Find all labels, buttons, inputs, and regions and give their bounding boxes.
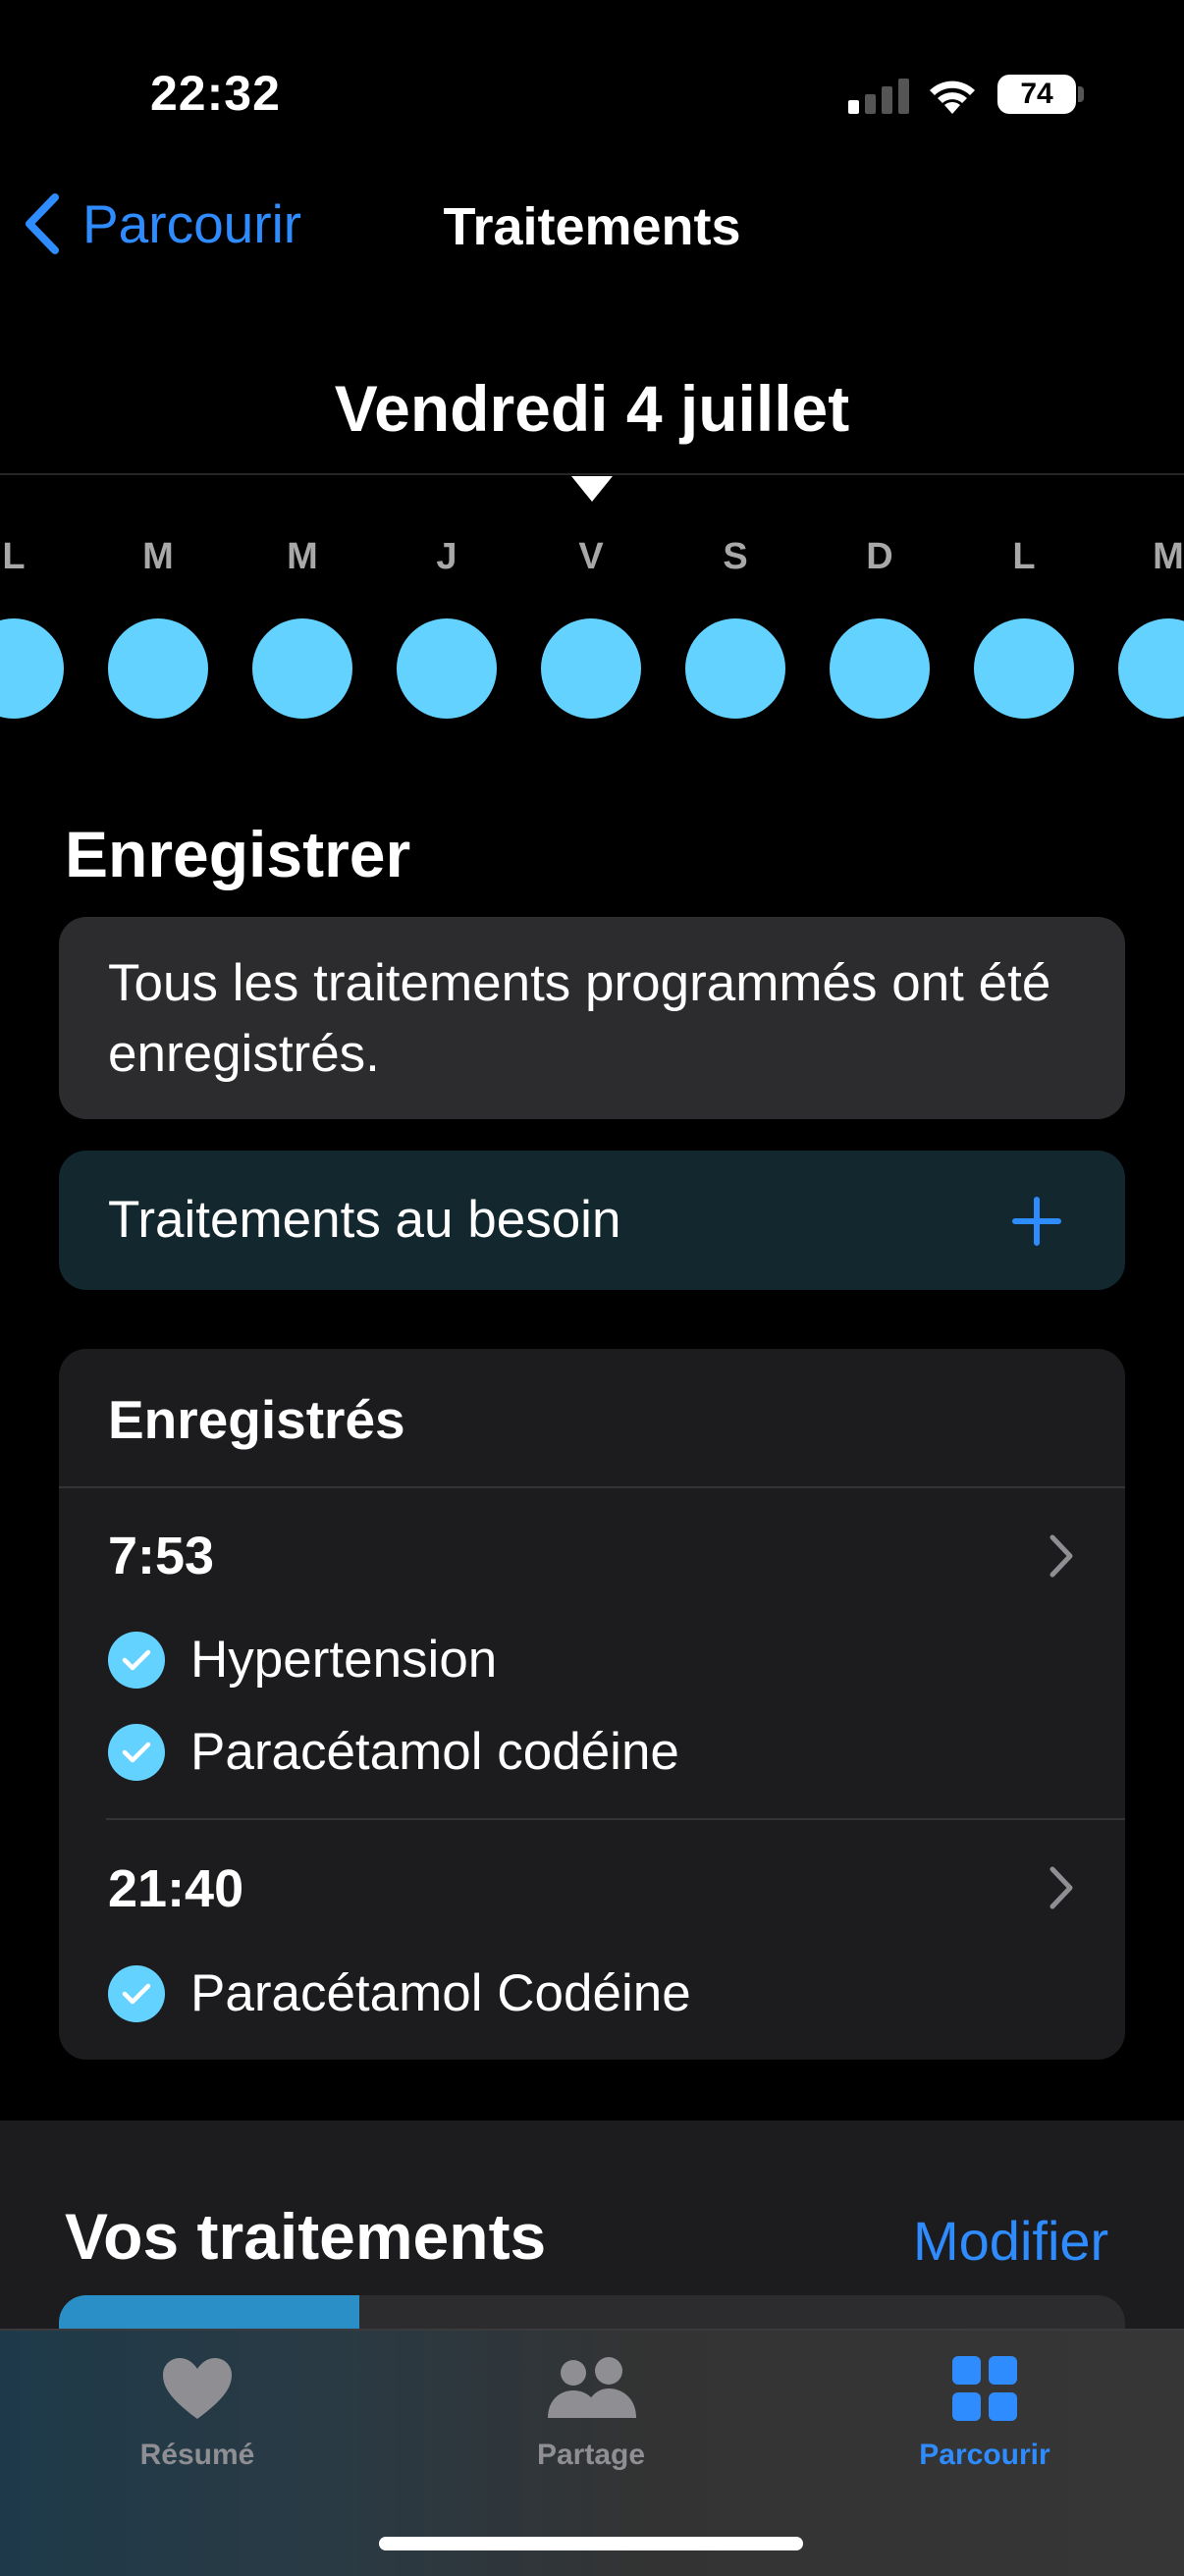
divider	[106, 1818, 1125, 1820]
selected-date-title: Vendredi 4 juillet	[334, 372, 850, 445]
selected-day-pointer-icon	[571, 476, 613, 502]
plus-icon[interactable]	[1011, 1196, 1062, 1247]
day-dot[interactable]	[252, 618, 352, 719]
tab-sharing[interactable]: Partage	[444, 2348, 738, 2472]
logged-med-row: Paracétamol Codéine	[108, 1963, 691, 2023]
battery-tip	[1078, 86, 1084, 102]
cellular-signal-icon	[848, 79, 909, 114]
day-dot[interactable]	[0, 618, 64, 719]
chevron-right-icon[interactable]	[1047, 1865, 1076, 1910]
tab-label: Partage	[536, 2439, 646, 2471]
day-letter: L	[1012, 536, 1036, 577]
checkmark-icon	[108, 1723, 165, 1781]
day-dot[interactable]	[1118, 618, 1184, 719]
all-logged-message: Tous les traitements programmés ont été …	[108, 954, 1051, 1083]
logged-med-row: Paracétamol codéine	[108, 1722, 679, 1782]
tab-label: Parcourir	[919, 2439, 1050, 2471]
heart-icon	[163, 2358, 232, 2419]
log-entry-time[interactable]: 7:53	[108, 1526, 214, 1586]
battery-level: 74	[1020, 78, 1053, 110]
people-icon	[548, 2357, 636, 2418]
med-name: Hypertension	[190, 1631, 498, 1689]
day-dot[interactable]	[397, 618, 497, 719]
day-letter: J	[436, 536, 457, 577]
logged-title: Enregistrés	[108, 1389, 405, 1450]
section-heading-your-meds: Vos traitements	[65, 2200, 547, 2273]
wifi-icon	[930, 80, 975, 114]
day-dot-selected[interactable]	[541, 618, 641, 719]
day-letter: L	[2, 536, 26, 577]
logged-med-row: Hypertension	[108, 1630, 497, 1690]
day-letter: M	[287, 536, 318, 577]
status-time: 22:32	[150, 66, 281, 121]
tab-summary[interactable]: Résumé	[50, 2348, 345, 2472]
med-name: Paracétamol codéine	[190, 1723, 679, 1781]
day-dot[interactable]	[685, 618, 785, 719]
day-dot[interactable]	[830, 618, 930, 719]
day-letter: V	[578, 536, 604, 577]
chevron-right-icon[interactable]	[1047, 1533, 1076, 1579]
divider	[59, 1486, 1125, 1488]
day-letter: M	[142, 536, 174, 577]
checkmark-icon	[108, 1631, 165, 1689]
day-letter: D	[866, 536, 893, 577]
grid-icon	[952, 2356, 1017, 2421]
home-indicator[interactable]	[379, 2537, 803, 2550]
day-letter: S	[723, 536, 748, 577]
day-dot[interactable]	[974, 618, 1074, 719]
log-entry-time[interactable]: 21:40	[108, 1858, 243, 1919]
section-heading-log: Enregistrer	[65, 818, 411, 890]
logged-card	[59, 1349, 1125, 2060]
tab-label: Résumé	[139, 2439, 255, 2471]
day-dot[interactable]	[108, 618, 208, 719]
as-needed-label: Traitements au besoin	[108, 1191, 621, 1249]
tab-browse[interactable]: Parcourir	[837, 2348, 1132, 2472]
checkmark-icon	[108, 1964, 165, 2022]
med-name: Paracétamol Codéine	[190, 1964, 691, 2022]
battery-icon: 74	[997, 75, 1076, 114]
edit-button[interactable]: Modifier	[913, 2209, 1108, 2273]
page-title: Traitements	[443, 197, 741, 256]
date-divider	[0, 473, 1184, 475]
day-letter: M	[1153, 536, 1184, 577]
